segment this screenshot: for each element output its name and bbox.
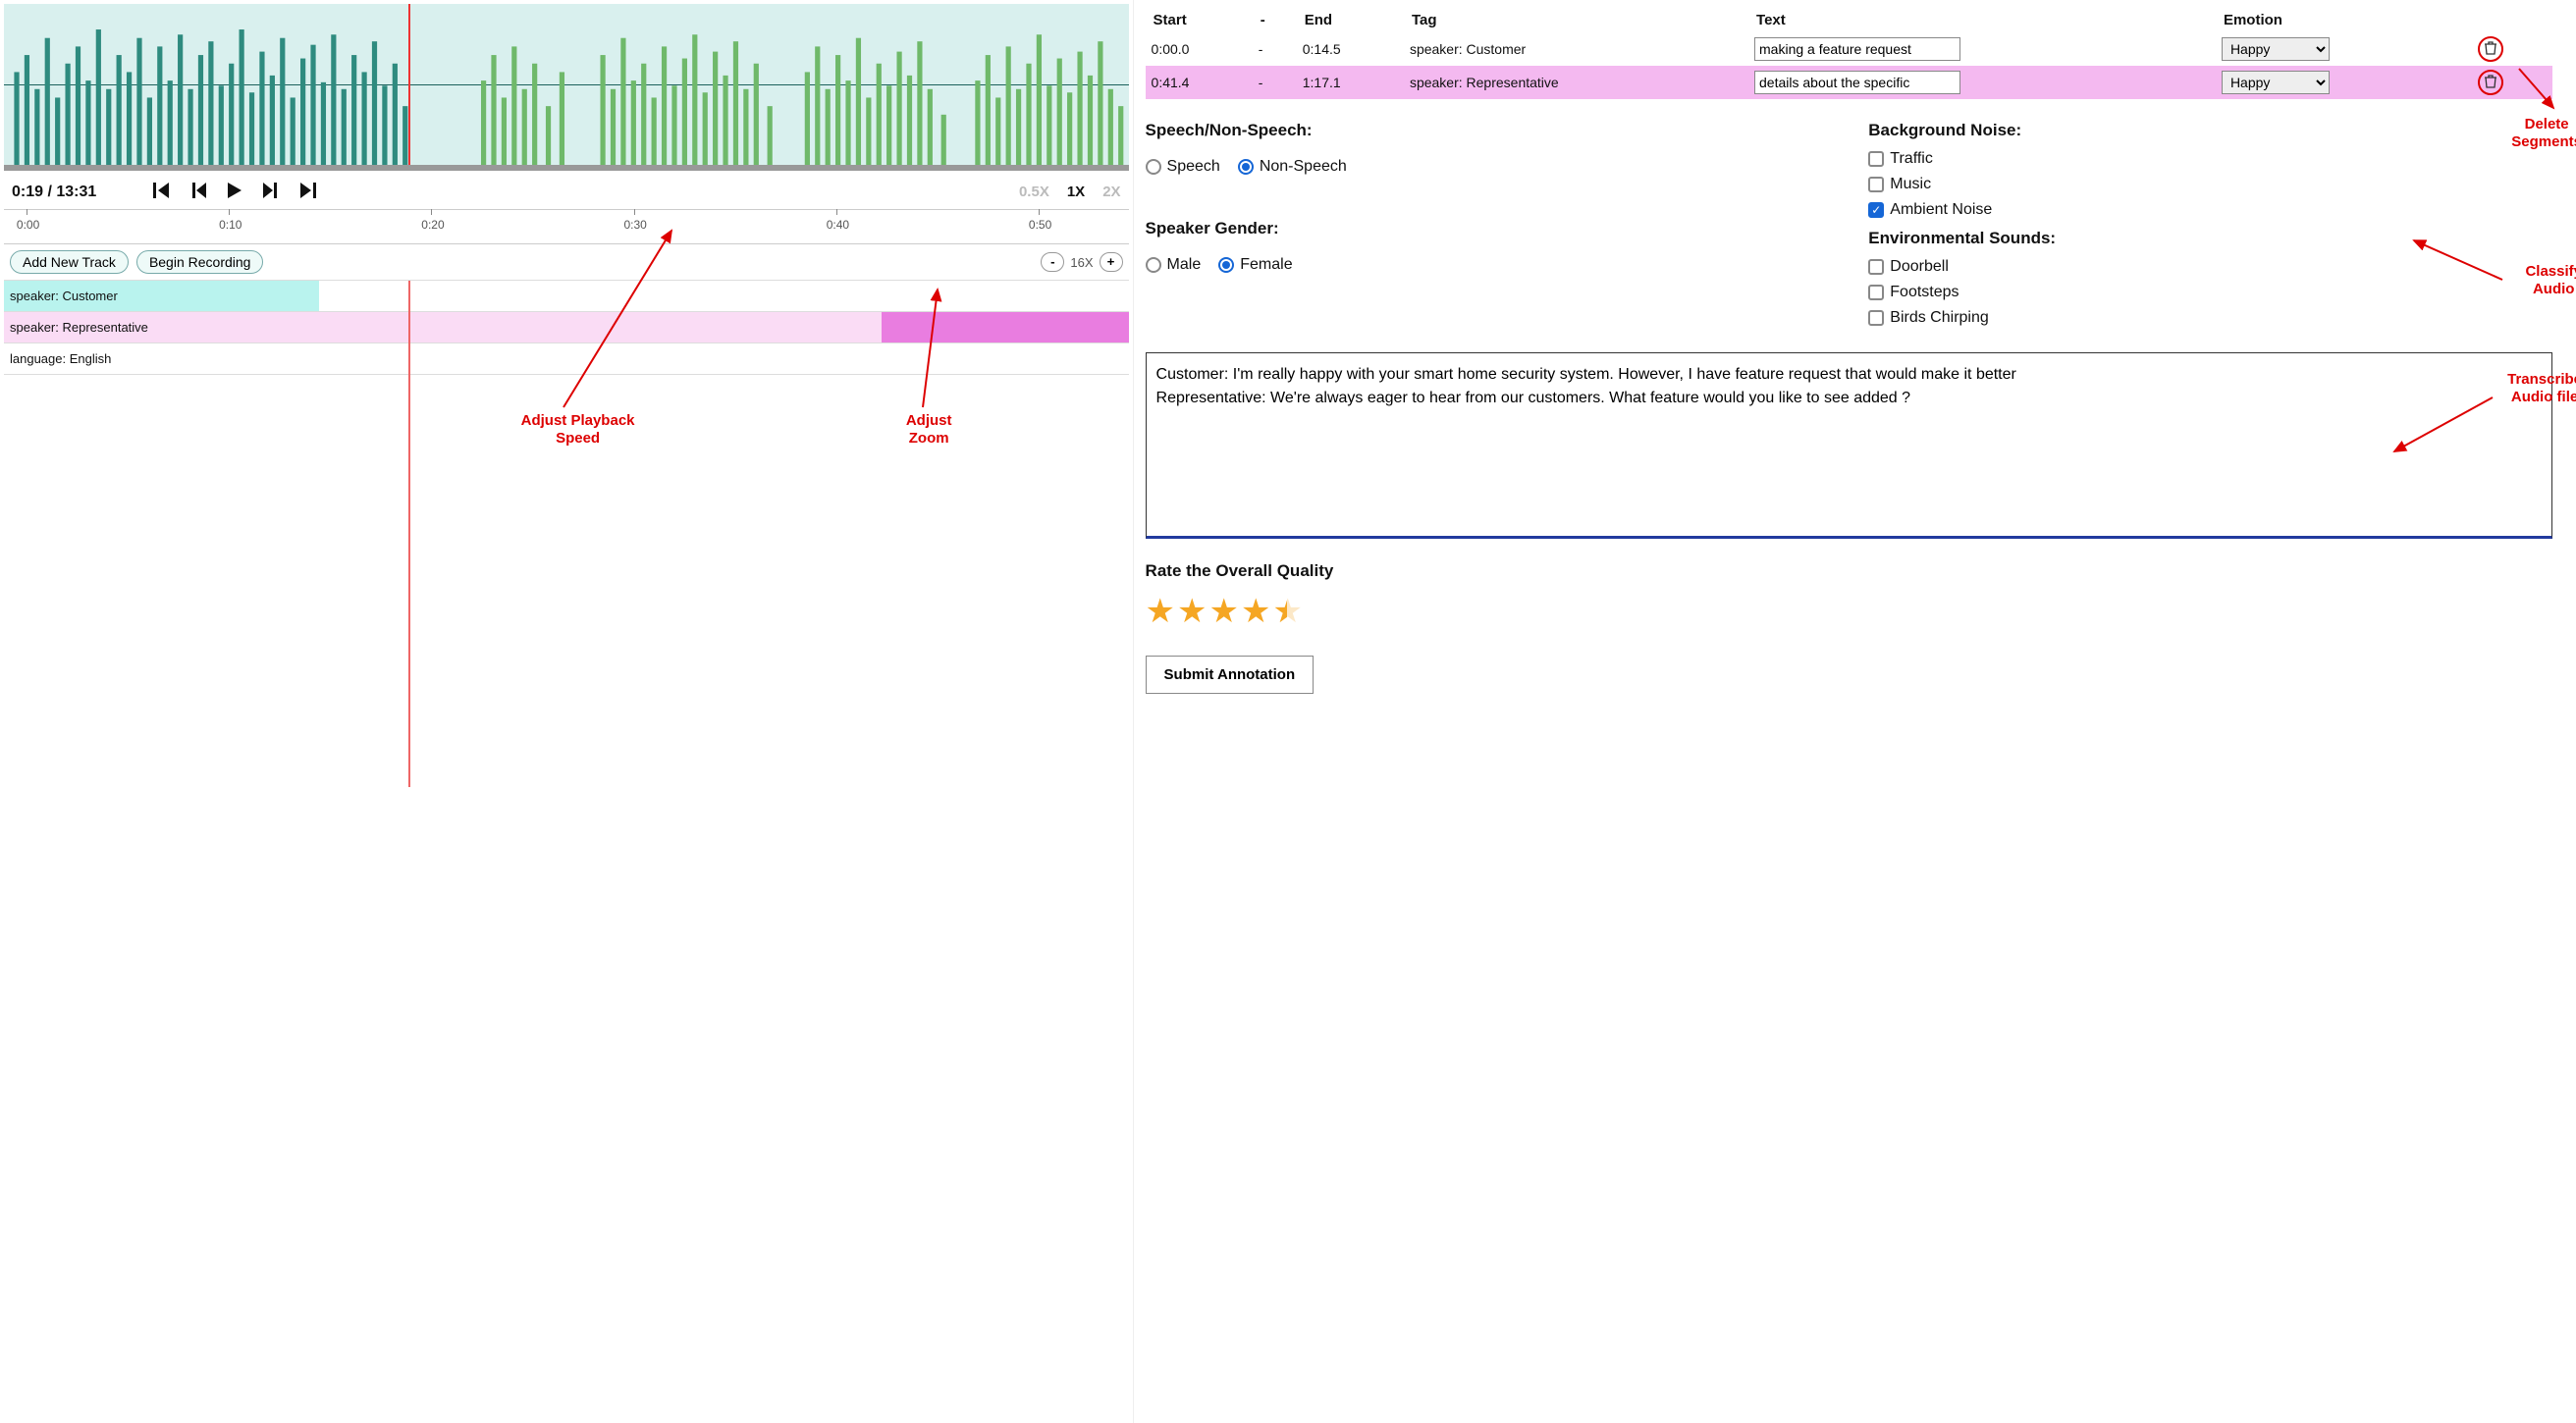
checkbox-doorbell[interactable]: Doorbell [1868, 258, 2552, 276]
segment-text-input[interactable] [1754, 71, 1960, 94]
tracks-area: speaker: Customer speaker: Representativ… [4, 281, 1129, 787]
star-icon[interactable]: ★ [1241, 595, 1270, 628]
zoom-level-label: 16X [1070, 255, 1093, 270]
star-icon[interactable]: ★ [1177, 595, 1207, 628]
rating-heading: Rate the Overall Quality [1146, 561, 2552, 581]
col-text: Text [1748, 8, 2216, 32]
radio-speech[interactable]: Speech [1146, 158, 1220, 176]
star-icon[interactable]: ★ [1146, 595, 1175, 628]
segment-text-input[interactable] [1754, 37, 1960, 61]
segment-row[interactable]: 0:41.4 - 1:17.1 speaker: Representative … [1146, 66, 2552, 99]
audio-panel: 0:19 / 13:31 0.5X 1X 2X 0:00 0:10 0:20 0… [0, 0, 1134, 1423]
annotation-panel: Start - End Tag Text Emotion 0:00.0 - 0:… [1134, 0, 2576, 1423]
speed-1x[interactable]: 1X [1067, 184, 1085, 200]
emotion-select[interactable]: Happy [2222, 71, 2330, 94]
annotation-zoom: Adjust Zoom [906, 412, 952, 448]
zoom-out-button[interactable]: - [1041, 252, 1064, 272]
submit-annotation-button[interactable]: Submit Annotation [1146, 656, 1315, 694]
timeline-playhead[interactable] [408, 281, 410, 787]
transport-bar: 0:19 / 13:31 0.5X 1X 2X [4, 171, 1129, 205]
begin-recording-button[interactable]: Begin Recording [136, 250, 264, 274]
col-start: Start [1146, 8, 1253, 32]
annotation-delete-segments: Delete Segments [2511, 116, 2576, 151]
bg-noise-heading: Background Noise: [1868, 121, 2552, 140]
track-label: language: English [10, 351, 111, 366]
checkbox-music[interactable]: Music [1868, 176, 2552, 193]
segment-representative[interactable] [882, 312, 1129, 343]
radio-male[interactable]: Male [1146, 256, 1202, 274]
skip-forward-button[interactable] [263, 183, 277, 201]
checkbox-footsteps[interactable]: Footsteps [1868, 284, 2552, 301]
speech-heading: Speech/Non-Speech: [1146, 121, 1830, 140]
play-button[interactable] [228, 183, 242, 201]
col-emotion: Emotion [2216, 8, 2473, 32]
skip-back-button[interactable] [192, 183, 206, 201]
annotation-classify-audio: Classify Audio [2525, 263, 2576, 298]
track-row-customer[interactable]: speaker: Customer [4, 281, 1129, 312]
segments-table: Start - End Tag Text Emotion 0:00.0 - 0:… [1146, 8, 2552, 99]
star-rating[interactable]: ★ ★ ★ ★ ★★ [1146, 595, 2552, 628]
speed-2x[interactable]: 2X [1102, 184, 1120, 200]
checkbox-ambient-noise[interactable]: ✓Ambient Noise [1868, 201, 2552, 219]
track-row-representative[interactable]: speaker: Representative [4, 312, 1129, 343]
star-half-icon[interactable]: ★★ [1272, 595, 1302, 628]
checkbox-traffic[interactable]: Traffic [1868, 150, 2552, 168]
time-ruler[interactable]: 0:00 0:10 0:20 0:30 0:40 0:50 [4, 209, 1129, 244]
playhead-marker[interactable] [408, 4, 410, 165]
delete-segment-button[interactable] [2480, 72, 2501, 93]
speed-0-5x[interactable]: 0.5X [1019, 184, 1049, 200]
star-icon[interactable]: ★ [1209, 595, 1239, 628]
track-row-language[interactable]: language: English [4, 343, 1129, 375]
segment-row[interactable]: 0:00.0 - 0:14.5 speaker: Customer Happy [1146, 32, 2552, 66]
waveform-display[interactable] [4, 4, 1129, 171]
env-sounds-heading: Environmental Sounds: [1868, 229, 2552, 248]
zoom-in-button[interactable]: + [1100, 252, 1123, 272]
track-actions-row: Add New Track Begin Recording - 16X + [4, 244, 1129, 281]
annotation-transcribe-audio: Transcribe Audio file [2507, 371, 2576, 406]
skip-to-start-button[interactable] [153, 183, 171, 201]
track-label: speaker: Representative [10, 320, 148, 335]
radio-female[interactable]: Female [1218, 256, 1292, 274]
delete-segment-button[interactable] [2480, 38, 2501, 60]
col-end: End [1297, 8, 1404, 32]
skip-to-end-button[interactable] [298, 183, 316, 201]
track-label: speaker: Customer [10, 289, 118, 303]
emotion-select[interactable]: Happy [2222, 37, 2330, 61]
add-track-button[interactable]: Add New Track [10, 250, 129, 274]
annotation-playback-speed: Adjust Playback Speed [521, 412, 635, 448]
checkbox-birds-chirping[interactable]: Birds Chirping [1868, 309, 2552, 327]
col-dash: - [1253, 8, 1297, 32]
transcript-textarea[interactable] [1146, 352, 2552, 539]
col-tag: Tag [1404, 8, 1748, 32]
gender-heading: Speaker Gender: [1146, 219, 1830, 238]
radio-non-speech[interactable]: Non-Speech [1238, 158, 1347, 176]
time-display: 0:19 / 13:31 [12, 184, 96, 201]
